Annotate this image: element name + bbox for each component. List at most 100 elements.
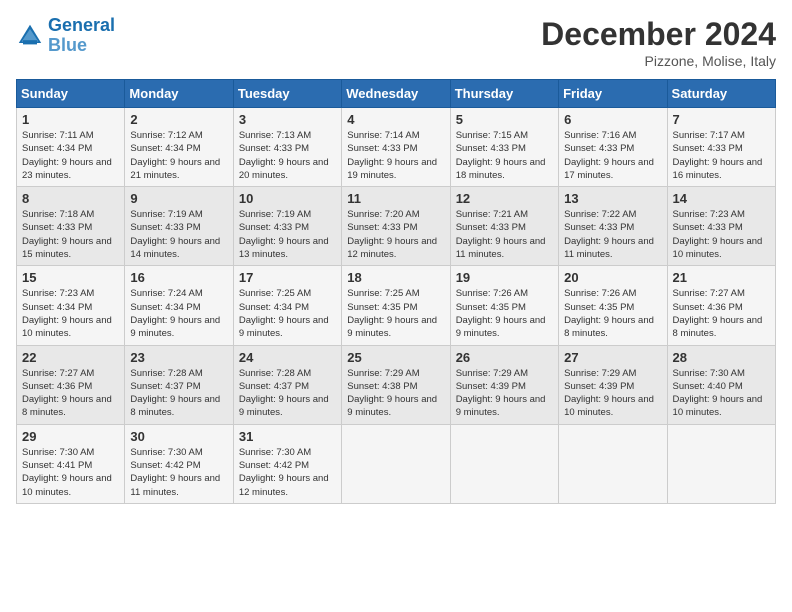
- day-info: Sunrise: 7:27 AM Sunset: 4:36 PM Dayligh…: [22, 367, 119, 420]
- sunrise-label: Sunrise: 7:25 AM: [239, 288, 311, 299]
- sunset-label: Sunset: 4:33 PM: [130, 222, 200, 233]
- daylight-label: Daylight: 9 hours and 12 minutes.: [239, 473, 329, 497]
- sunrise-label: Sunrise: 7:30 AM: [130, 447, 202, 458]
- calendar-cell: 14 Sunrise: 7:23 AM Sunset: 4:33 PM Dayl…: [667, 187, 775, 266]
- week-row-2: 8 Sunrise: 7:18 AM Sunset: 4:33 PM Dayli…: [17, 187, 776, 266]
- sunrise-label: Sunrise: 7:26 AM: [456, 288, 528, 299]
- day-info: Sunrise: 7:16 AM Sunset: 4:33 PM Dayligh…: [564, 129, 661, 182]
- calendar-cell: 29 Sunrise: 7:30 AM Sunset: 4:41 PM Dayl…: [17, 424, 125, 503]
- sunset-label: Sunset: 4:35 PM: [347, 302, 417, 313]
- day-number: 20: [564, 270, 661, 285]
- daylight-label: Daylight: 9 hours and 9 minutes.: [347, 315, 437, 339]
- calendar-cell: 17 Sunrise: 7:25 AM Sunset: 4:34 PM Dayl…: [233, 266, 341, 345]
- calendar-cell: 26 Sunrise: 7:29 AM Sunset: 4:39 PM Dayl…: [450, 345, 558, 424]
- day-number: 25: [347, 350, 444, 365]
- day-number: 6: [564, 112, 661, 127]
- day-info: Sunrise: 7:15 AM Sunset: 4:33 PM Dayligh…: [456, 129, 553, 182]
- logo-icon: [16, 22, 44, 50]
- sunset-label: Sunset: 4:37 PM: [239, 381, 309, 392]
- sunrise-label: Sunrise: 7:29 AM: [456, 368, 528, 379]
- sunrise-label: Sunrise: 7:30 AM: [22, 447, 94, 458]
- daylight-label: Daylight: 9 hours and 20 minutes.: [239, 157, 329, 181]
- day-number: 13: [564, 191, 661, 206]
- sunrise-label: Sunrise: 7:25 AM: [347, 288, 419, 299]
- calendar-cell: 2 Sunrise: 7:12 AM Sunset: 4:34 PM Dayli…: [125, 108, 233, 187]
- day-number: 22: [22, 350, 119, 365]
- daylight-label: Daylight: 9 hours and 15 minutes.: [22, 236, 112, 260]
- day-number: 10: [239, 191, 336, 206]
- daylight-label: Daylight: 9 hours and 13 minutes.: [239, 236, 329, 260]
- day-number: 30: [130, 429, 227, 444]
- sunset-label: Sunset: 4:35 PM: [456, 302, 526, 313]
- day-info: Sunrise: 7:11 AM Sunset: 4:34 PM Dayligh…: [22, 129, 119, 182]
- sunset-label: Sunset: 4:34 PM: [130, 143, 200, 154]
- daylight-label: Daylight: 9 hours and 10 minutes.: [22, 315, 112, 339]
- calendar-cell: 11 Sunrise: 7:20 AM Sunset: 4:33 PM Dayl…: [342, 187, 450, 266]
- daylight-label: Daylight: 9 hours and 8 minutes.: [22, 394, 112, 418]
- header-sunday: Sunday: [17, 80, 125, 108]
- day-info: Sunrise: 7:26 AM Sunset: 4:35 PM Dayligh…: [564, 287, 661, 340]
- sunset-label: Sunset: 4:33 PM: [239, 143, 309, 154]
- calendar-cell: 25 Sunrise: 7:29 AM Sunset: 4:38 PM Dayl…: [342, 345, 450, 424]
- week-row-5: 29 Sunrise: 7:30 AM Sunset: 4:41 PM Dayl…: [17, 424, 776, 503]
- day-number: 24: [239, 350, 336, 365]
- sunrise-label: Sunrise: 7:27 AM: [673, 288, 745, 299]
- day-number: 7: [673, 112, 770, 127]
- calendar-cell: 3 Sunrise: 7:13 AM Sunset: 4:33 PM Dayli…: [233, 108, 341, 187]
- calendar-cell: 27 Sunrise: 7:29 AM Sunset: 4:39 PM Dayl…: [559, 345, 667, 424]
- day-info: Sunrise: 7:19 AM Sunset: 4:33 PM Dayligh…: [130, 208, 227, 261]
- day-number: 21: [673, 270, 770, 285]
- header-friday: Friday: [559, 80, 667, 108]
- sunset-label: Sunset: 4:33 PM: [456, 143, 526, 154]
- day-number: 2: [130, 112, 227, 127]
- calendar-cell: 6 Sunrise: 7:16 AM Sunset: 4:33 PM Dayli…: [559, 108, 667, 187]
- day-info: Sunrise: 7:19 AM Sunset: 4:33 PM Dayligh…: [239, 208, 336, 261]
- header-row: SundayMondayTuesdayWednesdayThursdayFrid…: [17, 80, 776, 108]
- calendar-cell: 4 Sunrise: 7:14 AM Sunset: 4:33 PM Dayli…: [342, 108, 450, 187]
- sunset-label: Sunset: 4:38 PM: [347, 381, 417, 392]
- sunset-label: Sunset: 4:42 PM: [239, 460, 309, 471]
- daylight-label: Daylight: 9 hours and 10 minutes.: [673, 394, 763, 418]
- daylight-label: Daylight: 9 hours and 9 minutes.: [239, 394, 329, 418]
- day-info: Sunrise: 7:28 AM Sunset: 4:37 PM Dayligh…: [239, 367, 336, 420]
- week-row-4: 22 Sunrise: 7:27 AM Sunset: 4:36 PM Dayl…: [17, 345, 776, 424]
- daylight-label: Daylight: 9 hours and 8 minutes.: [673, 315, 763, 339]
- calendar-cell: 9 Sunrise: 7:19 AM Sunset: 4:33 PM Dayli…: [125, 187, 233, 266]
- day-number: 5: [456, 112, 553, 127]
- sunrise-label: Sunrise: 7:29 AM: [347, 368, 419, 379]
- day-info: Sunrise: 7:29 AM Sunset: 4:39 PM Dayligh…: [456, 367, 553, 420]
- sunrise-label: Sunrise: 7:23 AM: [673, 209, 745, 220]
- daylight-label: Daylight: 9 hours and 18 minutes.: [456, 157, 546, 181]
- sunset-label: Sunset: 4:34 PM: [130, 302, 200, 313]
- subtitle: Pizzone, Molise, Italy: [541, 53, 776, 69]
- sunrise-label: Sunrise: 7:14 AM: [347, 130, 419, 141]
- sunrise-label: Sunrise: 7:21 AM: [456, 209, 528, 220]
- calendar-cell: 22 Sunrise: 7:27 AM Sunset: 4:36 PM Dayl…: [17, 345, 125, 424]
- day-info: Sunrise: 7:27 AM Sunset: 4:36 PM Dayligh…: [673, 287, 770, 340]
- calendar-cell: [342, 424, 450, 503]
- day-info: Sunrise: 7:21 AM Sunset: 4:33 PM Dayligh…: [456, 208, 553, 261]
- day-info: Sunrise: 7:18 AM Sunset: 4:33 PM Dayligh…: [22, 208, 119, 261]
- sunset-label: Sunset: 4:40 PM: [673, 381, 743, 392]
- daylight-label: Daylight: 9 hours and 10 minutes.: [22, 473, 112, 497]
- header-saturday: Saturday: [667, 80, 775, 108]
- daylight-label: Daylight: 9 hours and 16 minutes.: [673, 157, 763, 181]
- page-header: General Blue December 2024 Pizzone, Moli…: [16, 16, 776, 69]
- day-number: 31: [239, 429, 336, 444]
- day-info: Sunrise: 7:23 AM Sunset: 4:34 PM Dayligh…: [22, 287, 119, 340]
- daylight-label: Daylight: 9 hours and 23 minutes.: [22, 157, 112, 181]
- day-number: 11: [347, 191, 444, 206]
- daylight-label: Daylight: 9 hours and 9 minutes.: [239, 315, 329, 339]
- sunset-label: Sunset: 4:35 PM: [564, 302, 634, 313]
- sunrise-label: Sunrise: 7:22 AM: [564, 209, 636, 220]
- sunset-label: Sunset: 4:34 PM: [22, 302, 92, 313]
- sunset-label: Sunset: 4:34 PM: [239, 302, 309, 313]
- sunset-label: Sunset: 4:37 PM: [130, 381, 200, 392]
- sunset-label: Sunset: 4:41 PM: [22, 460, 92, 471]
- header-wednesday: Wednesday: [342, 80, 450, 108]
- header-tuesday: Tuesday: [233, 80, 341, 108]
- sunset-label: Sunset: 4:36 PM: [673, 302, 743, 313]
- daylight-label: Daylight: 9 hours and 11 minutes.: [130, 473, 220, 497]
- day-number: 29: [22, 429, 119, 444]
- day-info: Sunrise: 7:20 AM Sunset: 4:33 PM Dayligh…: [347, 208, 444, 261]
